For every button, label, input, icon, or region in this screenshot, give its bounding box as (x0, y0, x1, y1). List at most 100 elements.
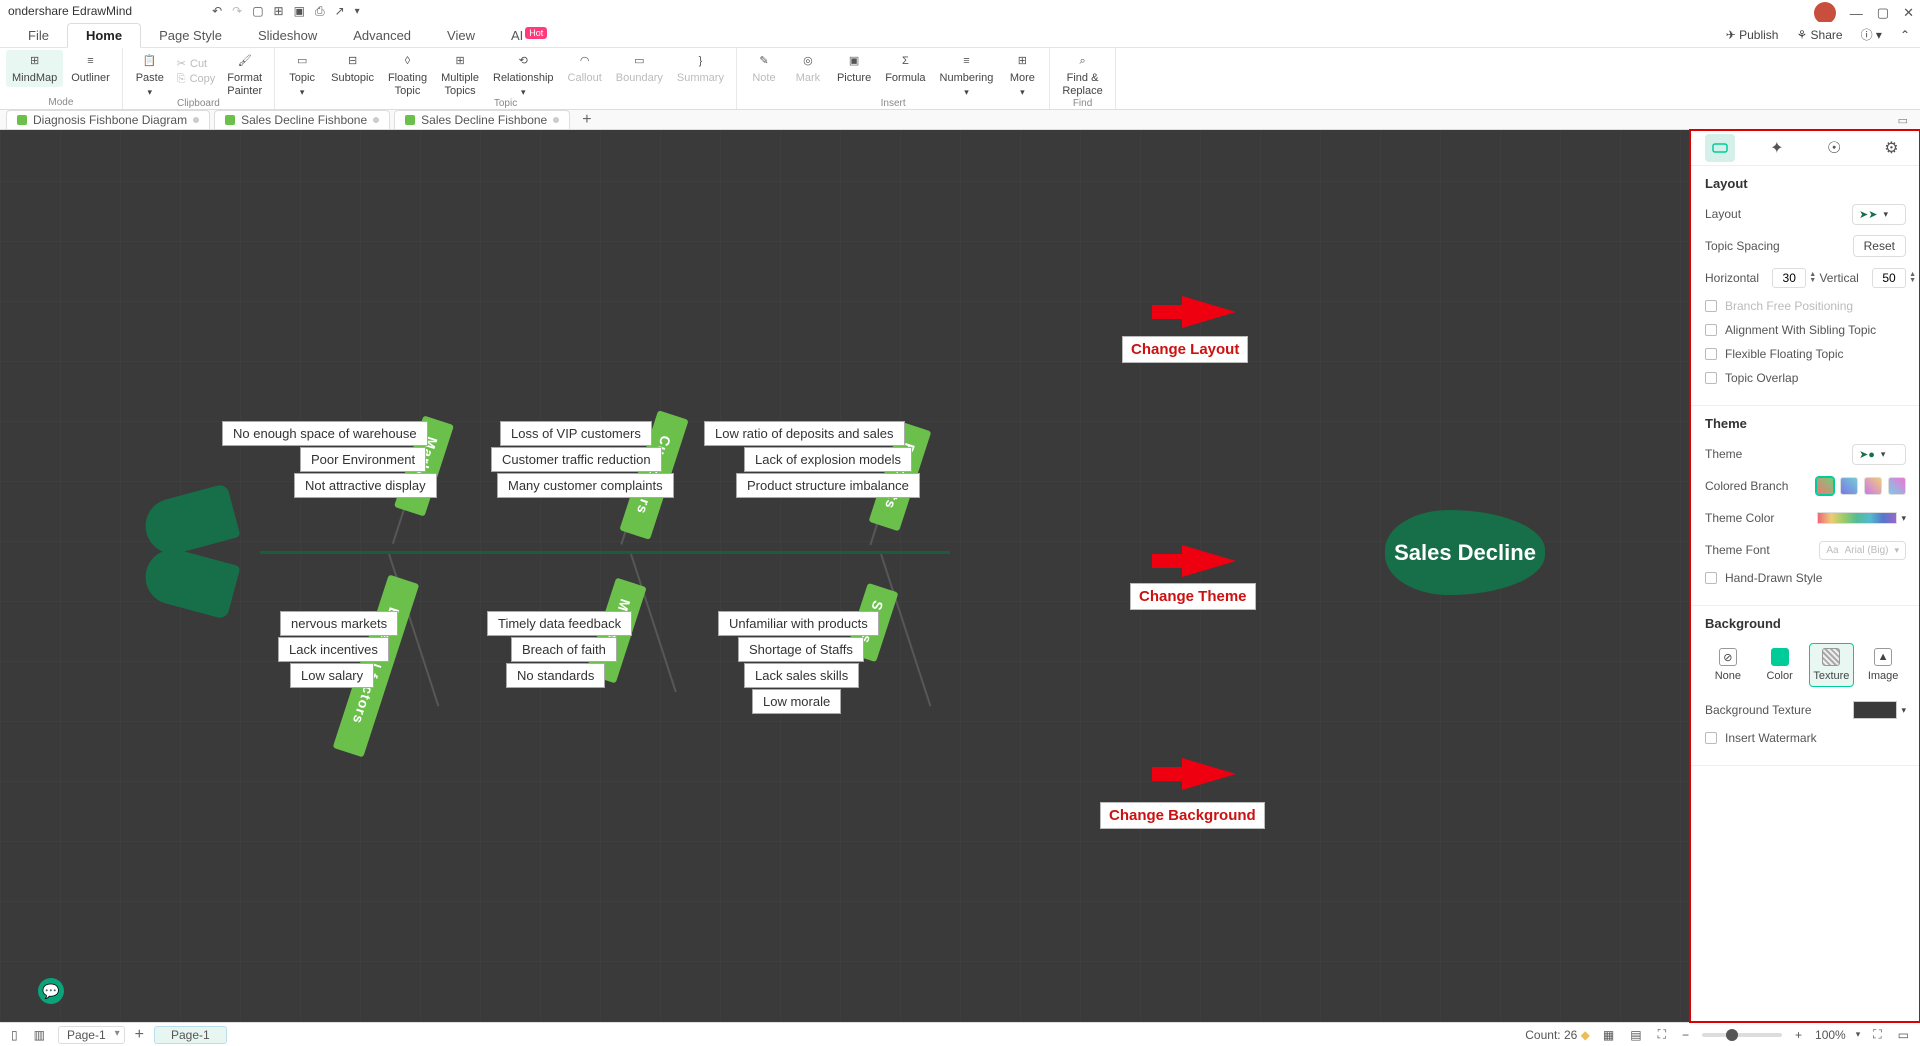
doctabs-menu-icon[interactable]: ▭ (1898, 115, 1908, 127)
cause[interactable]: Customer traffic reduction (491, 447, 662, 472)
paste-button[interactable]: 📋Paste▾ (129, 50, 171, 99)
bg-color[interactable]: Color (1757, 643, 1803, 687)
copy-button[interactable]: ⎘Copy (173, 72, 220, 87)
panel-tab-style[interactable]: ✦ (1762, 134, 1792, 162)
cause[interactable]: No enough space of warehouse (222, 421, 428, 446)
theme-color-picker[interactable] (1817, 512, 1897, 524)
hand-drawn-check[interactable]: Hand-Drawn Style (1705, 571, 1906, 585)
cause[interactable]: Lack of explosion models (744, 447, 912, 472)
qat-more-icon[interactable]: ▾ (355, 6, 360, 17)
bg-texture[interactable]: Texture (1809, 643, 1855, 687)
open-icon[interactable]: ⊞ (274, 4, 284, 18)
tab-ai[interactable]: AIHot (493, 24, 565, 47)
cause[interactable]: Low salary (290, 663, 374, 688)
cut-button[interactable]: ✂Cut (173, 57, 220, 72)
reset-button[interactable]: Reset (1853, 235, 1906, 257)
sb-grid-icon[interactable]: ▥ (31, 1028, 48, 1042)
sb-view2-icon[interactable]: ▤ (1627, 1028, 1644, 1042)
cause[interactable]: Unfamiliar with products (718, 611, 879, 636)
summary-button[interactable]: }Summary (671, 50, 730, 87)
zoom-in-button[interactable]: + (1792, 1028, 1805, 1042)
tab-view[interactable]: View (429, 24, 493, 47)
callout-button[interactable]: ◠Callout (562, 50, 608, 87)
fish-head[interactable]: Sales Decline (1385, 510, 1545, 595)
avatar[interactable] (1814, 2, 1836, 24)
cause[interactable]: Low ratio of deposits and sales (704, 421, 905, 446)
relationship-button[interactable]: ⟲Relationship▾ (487, 50, 560, 99)
cause[interactable]: Low morale (752, 689, 841, 714)
more-button[interactable]: ⊞More▾ (1001, 50, 1043, 99)
redo-icon[interactable]: ↷ (232, 4, 242, 18)
branch-style-4[interactable] (1888, 477, 1906, 495)
cause[interactable]: Product structure imbalance (736, 473, 920, 498)
page-select[interactable]: Page-1 (58, 1026, 125, 1044)
export-icon[interactable]: ↗ (335, 4, 345, 18)
branch-style-2[interactable] (1840, 477, 1858, 495)
cause[interactable]: Lack incentives (278, 637, 389, 662)
bg-image[interactable]: ▲Image (1860, 643, 1906, 687)
multiple-topics-button[interactable]: ⊞Multiple Topics (435, 50, 485, 99)
cause[interactable]: Poor Environment (300, 447, 426, 472)
branch-style-1[interactable] (1816, 477, 1834, 495)
cause[interactable]: Shortage of Staffs (738, 637, 864, 662)
outliner-mode-button[interactable]: ≡Outliner (65, 50, 116, 87)
note-button[interactable]: ✎Note (743, 50, 785, 87)
spinner-icon[interactable]: ▲▼ (1809, 272, 1816, 284)
sb-menu-icon[interactable]: ▭ (1895, 1028, 1912, 1042)
canvas[interactable]: Sales Decline Markets Customers Products… (0, 130, 1690, 1022)
alignment-check[interactable]: Alignment With Sibling Topic (1705, 323, 1906, 337)
subtopic-button[interactable]: ⊟Subtopic (325, 50, 380, 87)
cause[interactable]: No standards (506, 663, 605, 688)
picture-button[interactable]: ▣Picture (831, 50, 877, 87)
tab-advanced[interactable]: Advanced (335, 24, 429, 47)
layout-select[interactable]: ➤➤▾ (1852, 204, 1906, 225)
close-icon[interactable]: ✕ (1903, 5, 1914, 21)
horizontal-input[interactable] (1772, 268, 1806, 288)
tab-slideshow[interactable]: Slideshow (240, 24, 335, 47)
panel-tab-security[interactable]: ☉ (1819, 134, 1849, 162)
mindmap-mode-button[interactable]: ⊞MindMap (6, 50, 63, 87)
panel-tab-map[interactable] (1705, 134, 1735, 162)
minimize-icon[interactable]: — (1850, 6, 1863, 21)
theme-select[interactable]: ➤●▾ (1852, 444, 1906, 465)
spinner-icon[interactable]: ▲▼ (1909, 272, 1916, 284)
panel-tab-settings[interactable]: ⚙ (1876, 134, 1906, 162)
sb-fit-icon[interactable]: ⛶ (1655, 1027, 1669, 1042)
flexible-check[interactable]: Flexible Floating Topic (1705, 347, 1906, 361)
tab-home[interactable]: Home (67, 23, 141, 48)
zoom-out-button[interactable]: − (1679, 1028, 1692, 1042)
chevron-down-icon[interactable]: ▾ (1901, 705, 1906, 716)
tab-page-style[interactable]: Page Style (141, 24, 240, 47)
doc-tab-1[interactable]: Sales Decline Fishbone (214, 110, 390, 129)
help-icon[interactable]: ⓘ ▾ (1861, 26, 1882, 43)
undo-icon[interactable]: ↶ (212, 4, 222, 18)
page-current[interactable]: Page-1 (154, 1026, 227, 1044)
share-button[interactable]: ⚘ Share (1796, 28, 1842, 42)
publish-button[interactable]: ✈ Publish (1726, 28, 1779, 42)
cause[interactable]: Breach of faith (511, 637, 617, 662)
find-replace-button[interactable]: ⌕Find & Replace (1056, 50, 1108, 99)
cause[interactable]: Not attractive display (294, 473, 437, 498)
cause[interactable]: Timely data feedback (487, 611, 632, 636)
floating-topic-button[interactable]: ◊Floating Topic (382, 50, 433, 99)
cause[interactable]: Lack sales skills (744, 663, 859, 688)
sb-view1-icon[interactable]: ▦ (1600, 1028, 1617, 1042)
bg-none[interactable]: ⊘None (1705, 643, 1751, 687)
vertical-input[interactable] (1872, 268, 1906, 288)
formula-button[interactable]: ΣFormula (879, 50, 931, 87)
save-icon[interactable]: ▣ (294, 4, 305, 18)
tab-file[interactable]: File (10, 24, 67, 47)
mark-button[interactable]: ◎Mark (787, 50, 829, 87)
doc-tab-0[interactable]: Diagnosis Fishbone Diagram (6, 110, 210, 129)
cause[interactable]: nervous markets (280, 611, 398, 636)
add-doc-tab[interactable]: + (574, 111, 599, 129)
add-page-button[interactable]: + (135, 1026, 144, 1044)
maximize-icon[interactable]: ▢ (1877, 5, 1889, 21)
collapse-ribbon-icon[interactable]: ⌃ (1900, 28, 1910, 42)
chat-bubble-icon[interactable]: 💬 (38, 978, 64, 1004)
topic-button[interactable]: ▭Topic▾ (281, 50, 323, 99)
cause[interactable]: Loss of VIP customers (500, 421, 652, 446)
fullscreen-icon[interactable]: ⛶ (1870, 1027, 1884, 1042)
print-icon[interactable]: ⎙ (315, 4, 325, 19)
zoom-slider[interactable] (1702, 1033, 1782, 1037)
